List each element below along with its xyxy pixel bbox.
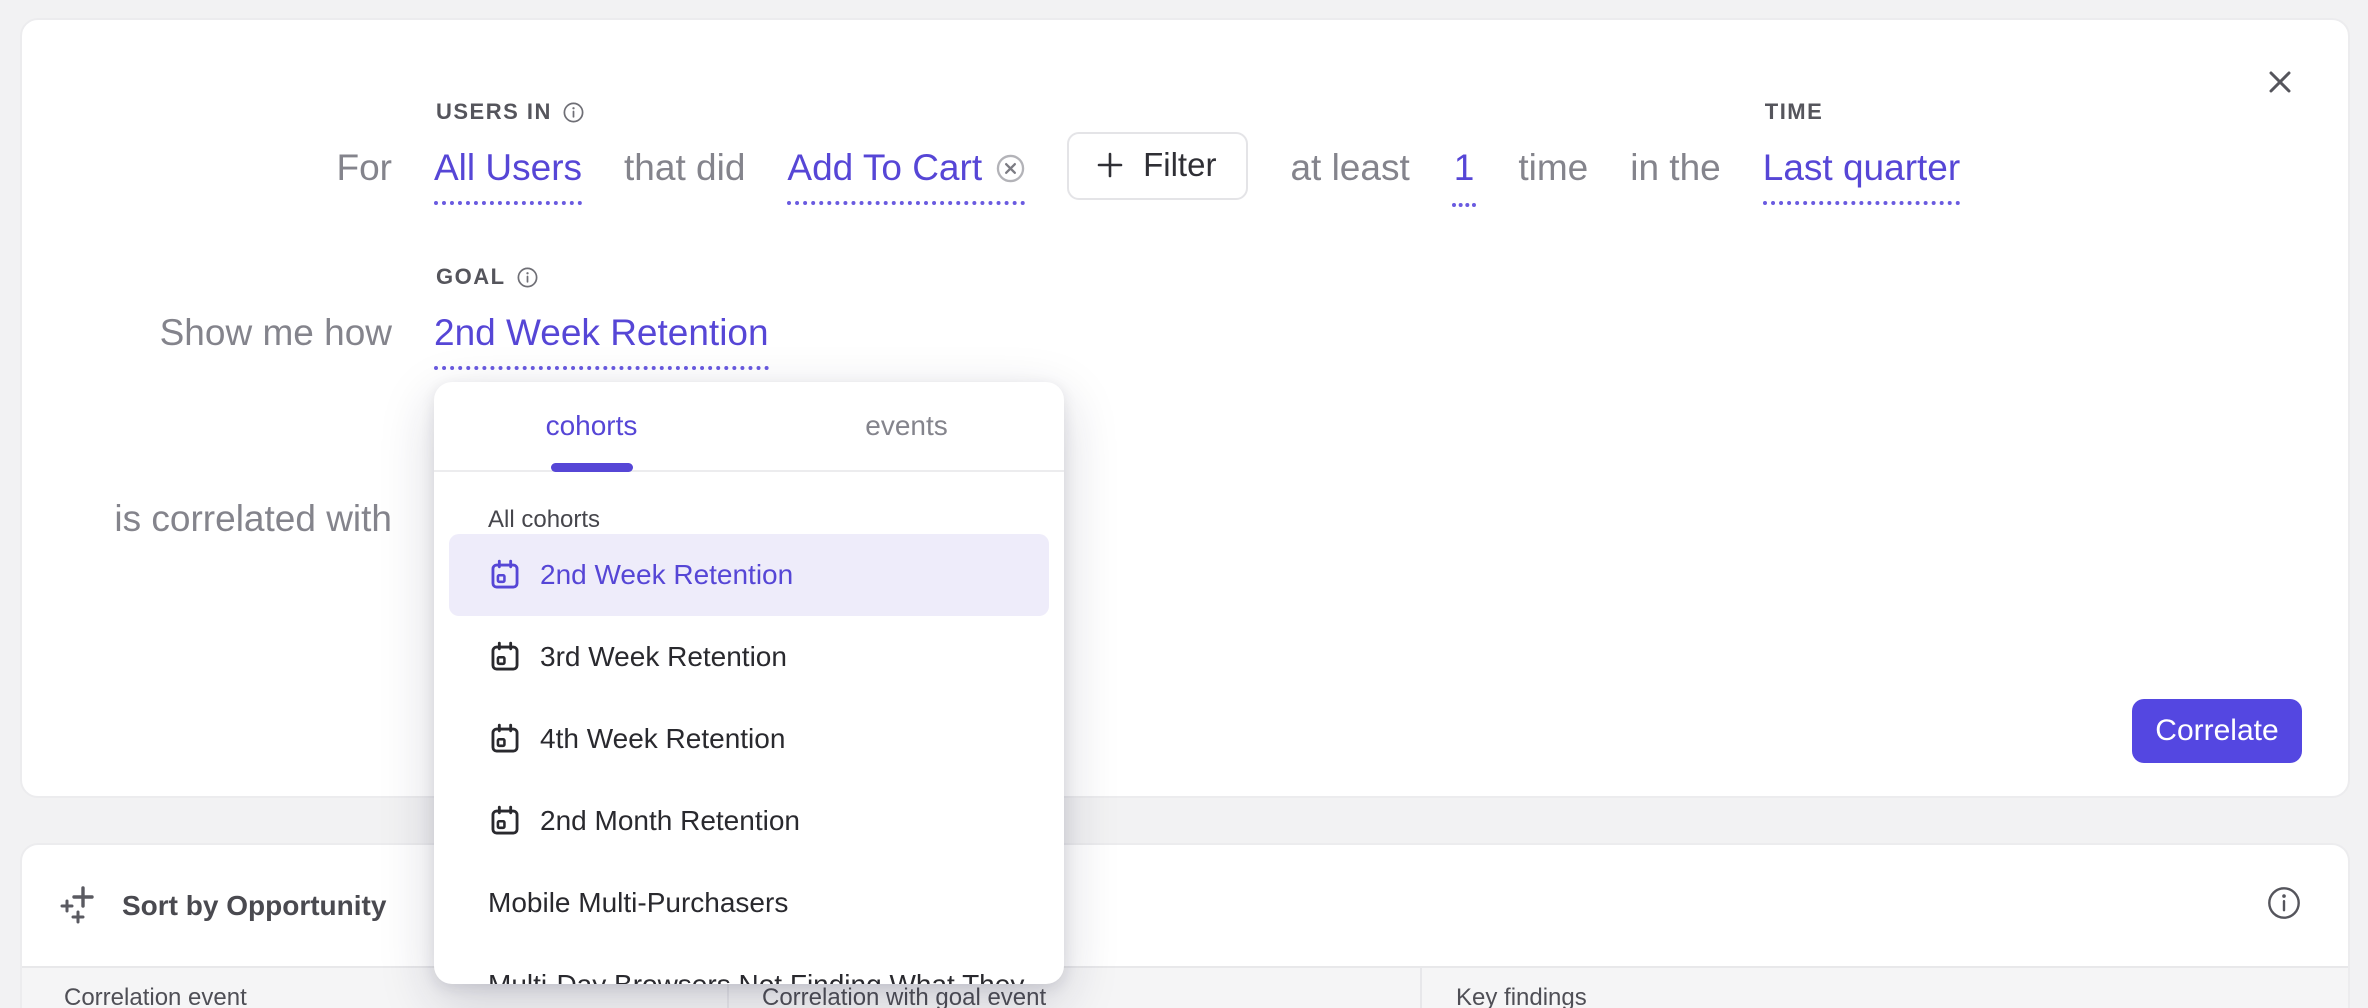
calendar-icon [488,558,522,592]
sort-by-opportunity-button[interactable]: Sort by Opportunity [122,890,386,922]
tab-cohorts[interactable]: cohorts [434,382,749,470]
goal-chunk: GOAL 2nd Week Retention [434,312,769,370]
calendar-icon [488,804,522,838]
calendar-icon [488,640,522,674]
goal-label: GOAL [436,264,539,290]
event-chunk: Add To Cart [787,147,1025,205]
remove-event-icon[interactable] [996,154,1025,183]
time-range-selector[interactable]: Last quarter [1763,147,1960,205]
list-item-label: Mobile Multi-Purchasers [488,887,788,919]
list-item[interactable]: Multi-Day Browsers Not Finding What They [449,944,1049,984]
goal-selector[interactable]: 2nd Week Retention [434,312,769,370]
lead-for: For [22,147,392,189]
connector-in-the: in the [1630,147,1721,189]
cohort-section-header: All cohorts [488,506,1064,534]
dropdown-tabs: cohorts events [434,382,1064,472]
active-tab-underline [551,463,633,472]
list-item-label: 2nd Week Retention [540,559,793,591]
lead-show-me-how: Show me how [22,312,392,354]
add-filter-button[interactable]: Filter [1067,132,1248,200]
users-in-label: USERS IN [436,99,585,125]
results-card: Sort by Opportunity Correlation event Co… [20,843,2350,1008]
query-row-goal: Show me how GOAL 2nd Week Retention [22,312,769,370]
results-table-header: Correlation event Correlation with goal … [22,966,2348,1008]
results-info-button[interactable] [2266,885,2302,921]
list-item[interactable]: 4th Week Retention [449,698,1049,780]
close-button[interactable] [2260,62,2300,102]
users-selector[interactable]: All Users [434,147,582,205]
list-item[interactable]: 3rd Week Retention [449,616,1049,698]
goal-dropdown: cohorts events All cohorts 2nd Week Rete… [434,382,1064,984]
plus-icon [1095,150,1125,180]
info-icon[interactable] [516,266,539,289]
info-icon [2266,885,2302,921]
filter-button-label: Filter [1143,146,1216,184]
lead-is-correlated-with: is correlated with [22,498,392,540]
connector-at-least: at least [1290,147,1409,189]
query-row-users: For USERS IN All Users that did Add To C… [22,132,1960,207]
tab-events[interactable]: events [749,382,1064,470]
time-chunk: TIME Last quarter [1763,147,1960,205]
correlate-button[interactable]: Correlate [2132,699,2302,763]
count-selector[interactable]: 1 [1452,147,1477,207]
list-item[interactable]: 2nd Week Retention [449,534,1049,616]
sort-row: Sort by Opportunity [22,845,2348,966]
time-label: TIME [1765,99,1824,125]
event-selector[interactable]: Add To Cart [787,147,1025,205]
column-key-findings: Key findings [1420,968,2348,1008]
connector-that-did: that did [624,147,745,189]
list-item-label: 4th Week Retention [540,723,785,755]
connector-time: time [1518,147,1588,189]
calendar-icon [488,722,522,756]
list-item[interactable]: Mobile Multi-Purchasers [449,862,1049,944]
list-item-label: 2nd Month Retention [540,805,800,837]
users-chunk: USERS IN All Users [434,147,582,205]
list-item[interactable]: 2nd Month Retention [449,780,1049,862]
close-icon [2264,66,2296,98]
list-item-label: 3rd Week Retention [540,641,787,673]
query-builder-card: For USERS IN All Users that did Add To C… [20,18,2350,798]
cohort-list: 2nd Week Retention 3rd Week Retention 4th … [434,534,1064,984]
list-item-label: Multi-Day Browsers Not Finding What They [488,969,1024,984]
sort-sparkle-icon [60,885,100,927]
info-icon[interactable] [562,101,585,124]
